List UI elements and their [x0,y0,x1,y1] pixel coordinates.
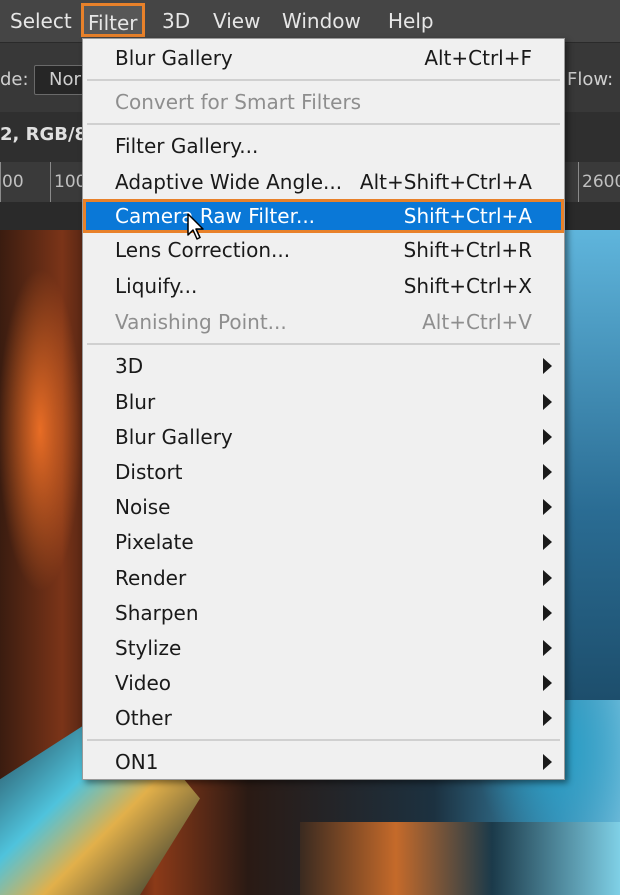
mouse-pointer-icon [187,213,204,240]
menu-window[interactable]: Window [282,0,361,42]
submenu-on1[interactable]: ON1 [83,745,564,779]
submenu-video[interactable]: Video [83,666,564,700]
menu-item-label: Other [115,706,172,730]
submenu-arrow-icon [543,499,552,515]
menu-item-liquify[interactable]: Liquify... Shift+Ctrl+X [83,269,564,303]
ruler-label: 00 [2,172,24,192]
ruler-tick [0,162,1,202]
menu-item-vanishing-point: Vanishing Point... Alt+Ctrl+V [83,305,564,339]
menu-item-blur-gallery-last[interactable]: Blur Gallery Alt+Ctrl+F [83,41,564,75]
menu-item-label: Camera Raw Filter... [115,204,316,228]
submenu-3d[interactable]: 3D [83,349,564,383]
menu-item-label: Blur [115,390,156,414]
submenu-arrow-icon [543,640,552,656]
menu-item-label: Vanishing Point... [115,310,287,334]
menu-item-label: Blur Gallery [115,425,233,449]
menu-item-label: Adaptive Wide Angle... [115,170,343,194]
menu-separator [87,343,560,345]
mode-label: de: [0,69,29,90]
menu-item-adaptive-wide-angle[interactable]: Adaptive Wide Angle... Alt+Shift+Ctrl+A [83,165,564,199]
photo-building [560,230,620,700]
submenu-blur[interactable]: Blur [83,385,564,419]
menu-item-label: Filter Gallery... [115,134,259,158]
menu-item-label: Video [115,671,172,695]
menu-item-label: Blur Gallery [115,46,233,70]
submenu-sharpen[interactable]: Sharpen [83,596,564,630]
submenu-arrow-icon [543,429,552,445]
menu-item-shortcut: Shift+Ctrl+A [403,204,532,228]
menu-separator [87,739,560,741]
filter-dropdown-menu: Blur Gallery Alt+Ctrl+F Convert for Smar… [82,38,565,780]
menu-item-shortcut: Alt+Ctrl+F [424,46,532,70]
submenu-arrow-icon [543,710,552,726]
menu-separator [87,123,560,125]
menu-item-label: Distort [115,460,183,484]
submenu-arrow-icon [543,358,552,374]
menu-item-label: Liquify... [115,274,198,298]
menu-view[interactable]: View [213,0,260,42]
submenu-other[interactable]: Other [83,701,564,735]
menu-filter[interactable]: Filter [81,3,145,37]
submenu-pixelate[interactable]: Pixelate [83,525,564,559]
submenu-arrow-icon [543,675,552,691]
menu-item-label: Noise [115,495,171,519]
menu-item-label: Stylize [115,636,182,660]
menu-item-label: Render [115,566,187,590]
submenu-arrow-icon [543,754,552,770]
menu-item-label: Pixelate [115,530,194,554]
menu-separator [87,79,560,81]
submenu-arrow-icon [543,534,552,550]
menu-help[interactable]: Help [388,0,434,42]
submenu-stylize[interactable]: Stylize [83,631,564,665]
menu-item-label: Convert for Smart Filters [115,90,362,114]
submenu-render[interactable]: Render [83,561,564,595]
menu-item-shortcut: Alt+Shift+Ctrl+A [359,170,532,194]
menu-3d[interactable]: 3D [162,0,190,42]
photo-glass-bottom [300,822,620,895]
menu-item-camera-raw-filter[interactable]: Camera Raw Filter... Shift+Ctrl+A [83,199,564,233]
menu-item-label: Sharpen [115,601,199,625]
submenu-distort[interactable]: Distort [83,455,564,489]
submenu-arrow-icon [543,605,552,621]
ruler-tick [50,162,51,202]
menu-item-label: 3D [115,354,144,378]
submenu-arrow-icon [543,570,552,586]
ruler-tick [578,162,579,202]
menu-item-shortcut: Alt+Ctrl+V [422,310,532,334]
menu-item-lens-correction[interactable]: Lens Correction... Shift+Ctrl+R [83,233,564,267]
menu-item-convert-smart-filters: Convert for Smart Filters [83,85,564,119]
menu-item-shortcut: Shift+Ctrl+R [403,238,532,262]
submenu-arrow-icon [543,394,552,410]
menu-item-filter-gallery[interactable]: Filter Gallery... [83,129,564,163]
ruler-label: 2600 [582,172,620,192]
menu-select[interactable]: Select [10,0,72,42]
submenu-blur-gallery[interactable]: Blur Gallery [83,420,564,454]
menu-bar: Select Filter 3D View Window Help [0,0,620,42]
menu-item-shortcut: Shift+Ctrl+X [403,274,532,298]
menu-item-label: ON1 [115,750,159,774]
submenu-noise[interactable]: Noise [83,490,564,524]
submenu-arrow-icon [543,464,552,480]
flow-label: Flow: [567,69,614,90]
